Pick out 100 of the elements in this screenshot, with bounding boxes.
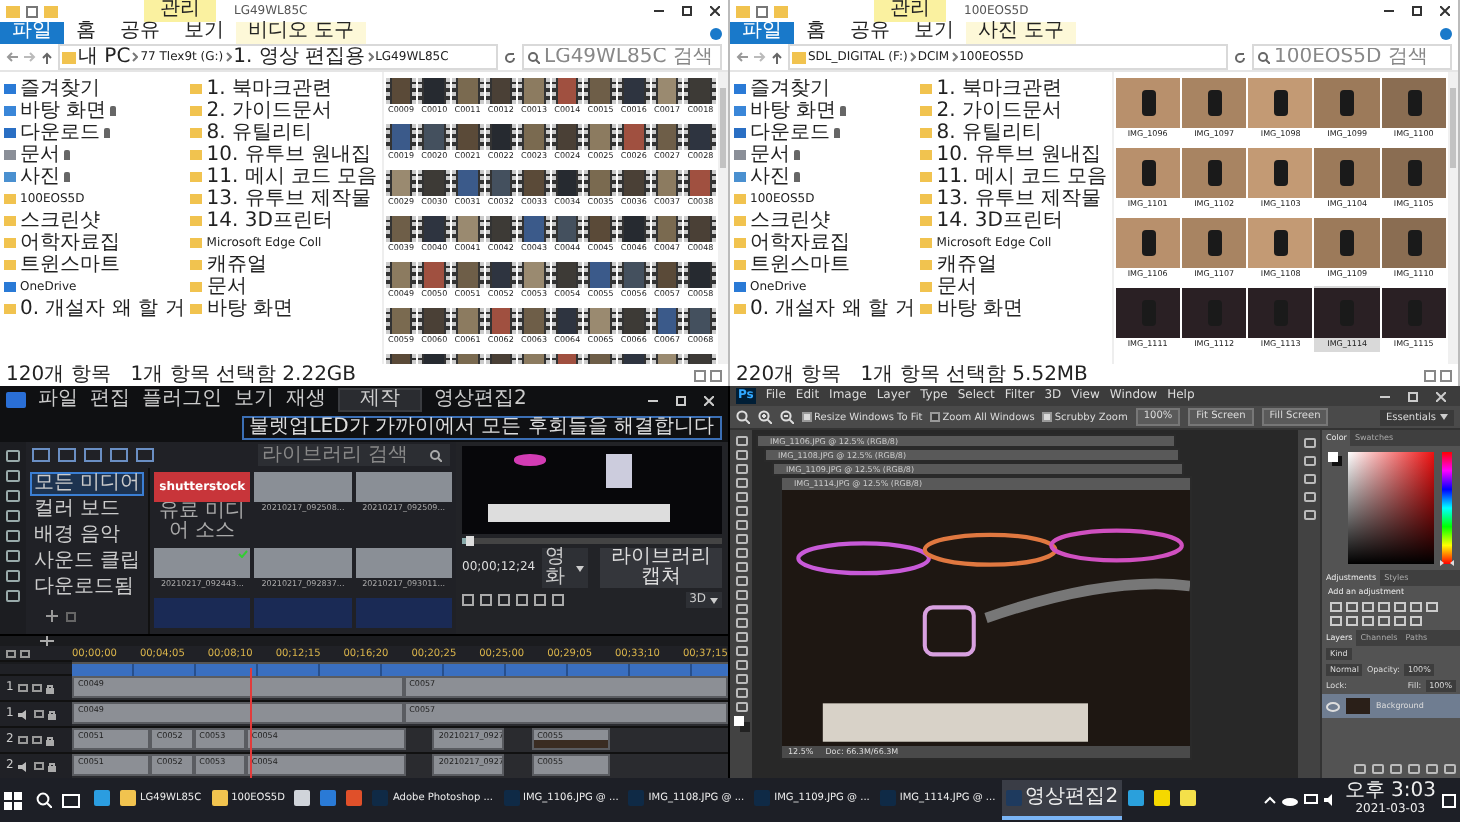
video-thumbnail[interactable]: [584, 216, 617, 242]
video-thumbnail[interactable]: [451, 78, 484, 104]
mode-field[interactable]: 제작: [338, 388, 422, 412]
network-icon[interactable]: [1304, 794, 1319, 806]
photo-thumbnail[interactable]: [1115, 288, 1180, 338]
video-track-icon[interactable]: [17, 736, 28, 744]
video-thumbnail[interactable]: [451, 308, 484, 334]
windows-logo-icon[interactable]: [4, 791, 22, 809]
video-thumbnail[interactable]: [551, 170, 583, 196]
back-arrow-icon[interactable]: [6, 52, 18, 62]
sidebar-item[interactable]: 사진: [734, 166, 915, 188]
video-thumbnail[interactable]: [418, 124, 450, 150]
video-thumbnail[interactable]: [355, 472, 452, 502]
ribbon-tab[interactable]: 홈: [794, 22, 838, 44]
details-view-icon[interactable]: [1424, 369, 1436, 381]
video-thumbnail[interactable]: [385, 78, 417, 104]
sidebar-item[interactable]: 0. 개설자 왜 할 거: [4, 298, 185, 320]
video-thumbnail[interactable]: [684, 262, 716, 288]
ribbon-tab[interactable]: 비디오 도구: [236, 22, 367, 44]
video-thumbnail[interactable]: [154, 548, 251, 579]
close-icon[interactable]: [709, 6, 719, 16]
video-thumbnail[interactable]: [684, 170, 716, 196]
video-track-icon[interactable]: [17, 684, 28, 692]
video-thumbnail[interactable]: [651, 124, 683, 150]
chevron-icon[interactable]: [951, 52, 958, 62]
refresh-icon[interactable]: [1234, 51, 1246, 63]
video-thumbnail[interactable]: [584, 262, 617, 288]
color-field[interactable]: [1348, 452, 1434, 564]
video-thumbnail[interactable]: [651, 216, 683, 242]
grid-view-icon[interactable]: [1440, 369, 1452, 381]
video-thumbnail[interactable]: [418, 78, 450, 104]
notice-banner[interactable]: 불렛업LED가 가까이에서 모든 후회들을 해결합니다: [241, 416, 722, 440]
library-item[interactable]: 사운드 클립: [30, 550, 144, 574]
video-thumbnail[interactable]: [651, 262, 683, 288]
help-icon[interactable]: [1440, 27, 1452, 39]
sidebar-item[interactable]: 트윈스마트: [734, 254, 915, 276]
video-thumbnail[interactable]: [684, 308, 716, 334]
scrollbar[interactable]: [1448, 72, 1458, 364]
sidebar-item[interactable]: 문서: [4, 144, 185, 166]
sidebar-item[interactable]: 11. 메시 코드 모음: [920, 166, 1108, 188]
video-thumbnail[interactable]: [385, 170, 417, 196]
close-icon[interactable]: [1439, 6, 1449, 16]
video-thumbnail[interactable]: [651, 78, 683, 104]
sidebar-item[interactable]: 1. 북마크관련: [190, 78, 378, 100]
chevron-icon[interactable]: [367, 52, 374, 62]
cloud-icon[interactable]: [1282, 795, 1299, 805]
hue-marker[interactable]: [1440, 560, 1454, 566]
checkbox[interactable]: [802, 412, 812, 422]
video-thumbnail[interactable]: [418, 170, 450, 196]
sidebar-item[interactable]: 캐쥬얼: [190, 254, 378, 276]
video-thumbnail[interactable]: [254, 548, 352, 579]
photo-thumbnail[interactable]: [1381, 288, 1446, 338]
video-thumbnail[interactable]: [485, 262, 517, 288]
photo-thumbnail[interactable]: [1248, 148, 1313, 198]
breadcrumb-item[interactable]: 내 PC: [78, 47, 131, 67]
sidebar-item[interactable]: 10. 유투브 원내집: [190, 144, 378, 166]
video-thumbnail[interactable]: [684, 78, 716, 104]
lock-icon[interactable]: [45, 683, 54, 693]
photo-thumbnail[interactable]: [1248, 78, 1313, 128]
checkbox-icon[interactable]: [31, 684, 42, 692]
quality-dropdown[interactable]: 영화: [541, 548, 589, 588]
sidebar-item[interactable]: 2. 가이드문서: [190, 100, 378, 122]
photo-thumbnail[interactable]: [1314, 78, 1380, 128]
ribbon-tab[interactable]: 파일: [730, 22, 794, 44]
video-thumbnail[interactable]: [651, 170, 683, 196]
color-swatch-icon[interactable]: [733, 716, 749, 732]
photo-thumbnail[interactable]: [1181, 148, 1247, 198]
video-thumbnail[interactable]: [485, 124, 517, 150]
ribbon-tab[interactable]: 사진 도구: [966, 22, 1077, 44]
grid-view-icon[interactable]: [710, 369, 722, 381]
video-thumbnail[interactable]: [355, 597, 452, 628]
video-thumbnail[interactable]: [418, 308, 450, 334]
sidebar-item[interactable]: 8. 유틸리티: [920, 122, 1108, 144]
ribbon-tab[interactable]: 보기: [902, 22, 966, 44]
minimize-icon[interactable]: [1379, 395, 1389, 397]
video-thumbnail[interactable]: [584, 124, 617, 150]
zoom-in-icon[interactable]: [758, 410, 772, 424]
photo-thumbnail[interactable]: [1314, 148, 1380, 198]
maximize-icon[interactable]: [681, 6, 691, 16]
video-thumbnail[interactable]: [385, 262, 417, 288]
chevron-up-icon[interactable]: [1264, 796, 1277, 804]
sidebar-item[interactable]: 즐겨찾기: [4, 78, 185, 100]
photo-thumbnail[interactable]: [1115, 218, 1180, 268]
sidebar-item[interactable]: 11. 메시 코드 모음: [190, 166, 378, 188]
minimize-icon[interactable]: [647, 399, 657, 401]
video-thumbnail[interactable]: [551, 308, 583, 334]
photo-thumbnail[interactable]: [1381, 148, 1446, 198]
video-thumbnail[interactable]: [418, 262, 450, 288]
video-thumbnail[interactable]: [485, 216, 517, 242]
minimize-icon[interactable]: [653, 10, 663, 12]
video-thumbnail[interactable]: [254, 597, 352, 628]
video-thumbnail[interactable]: [584, 308, 617, 334]
search-field[interactable]: LG49WL85C 검색: [522, 44, 722, 70]
photo-thumbnail[interactable]: [1115, 78, 1180, 128]
seek-handle[interactable]: [465, 536, 474, 546]
sidebar-item[interactable]: 2. 가이드문서: [920, 100, 1108, 122]
library-item[interactable]: 컬러 보드: [30, 498, 144, 522]
library-item[interactable]: 다운로드됨: [30, 576, 144, 600]
video-thumbnail[interactable]: [418, 216, 450, 242]
photo-thumbnail[interactable]: [1381, 78, 1446, 128]
